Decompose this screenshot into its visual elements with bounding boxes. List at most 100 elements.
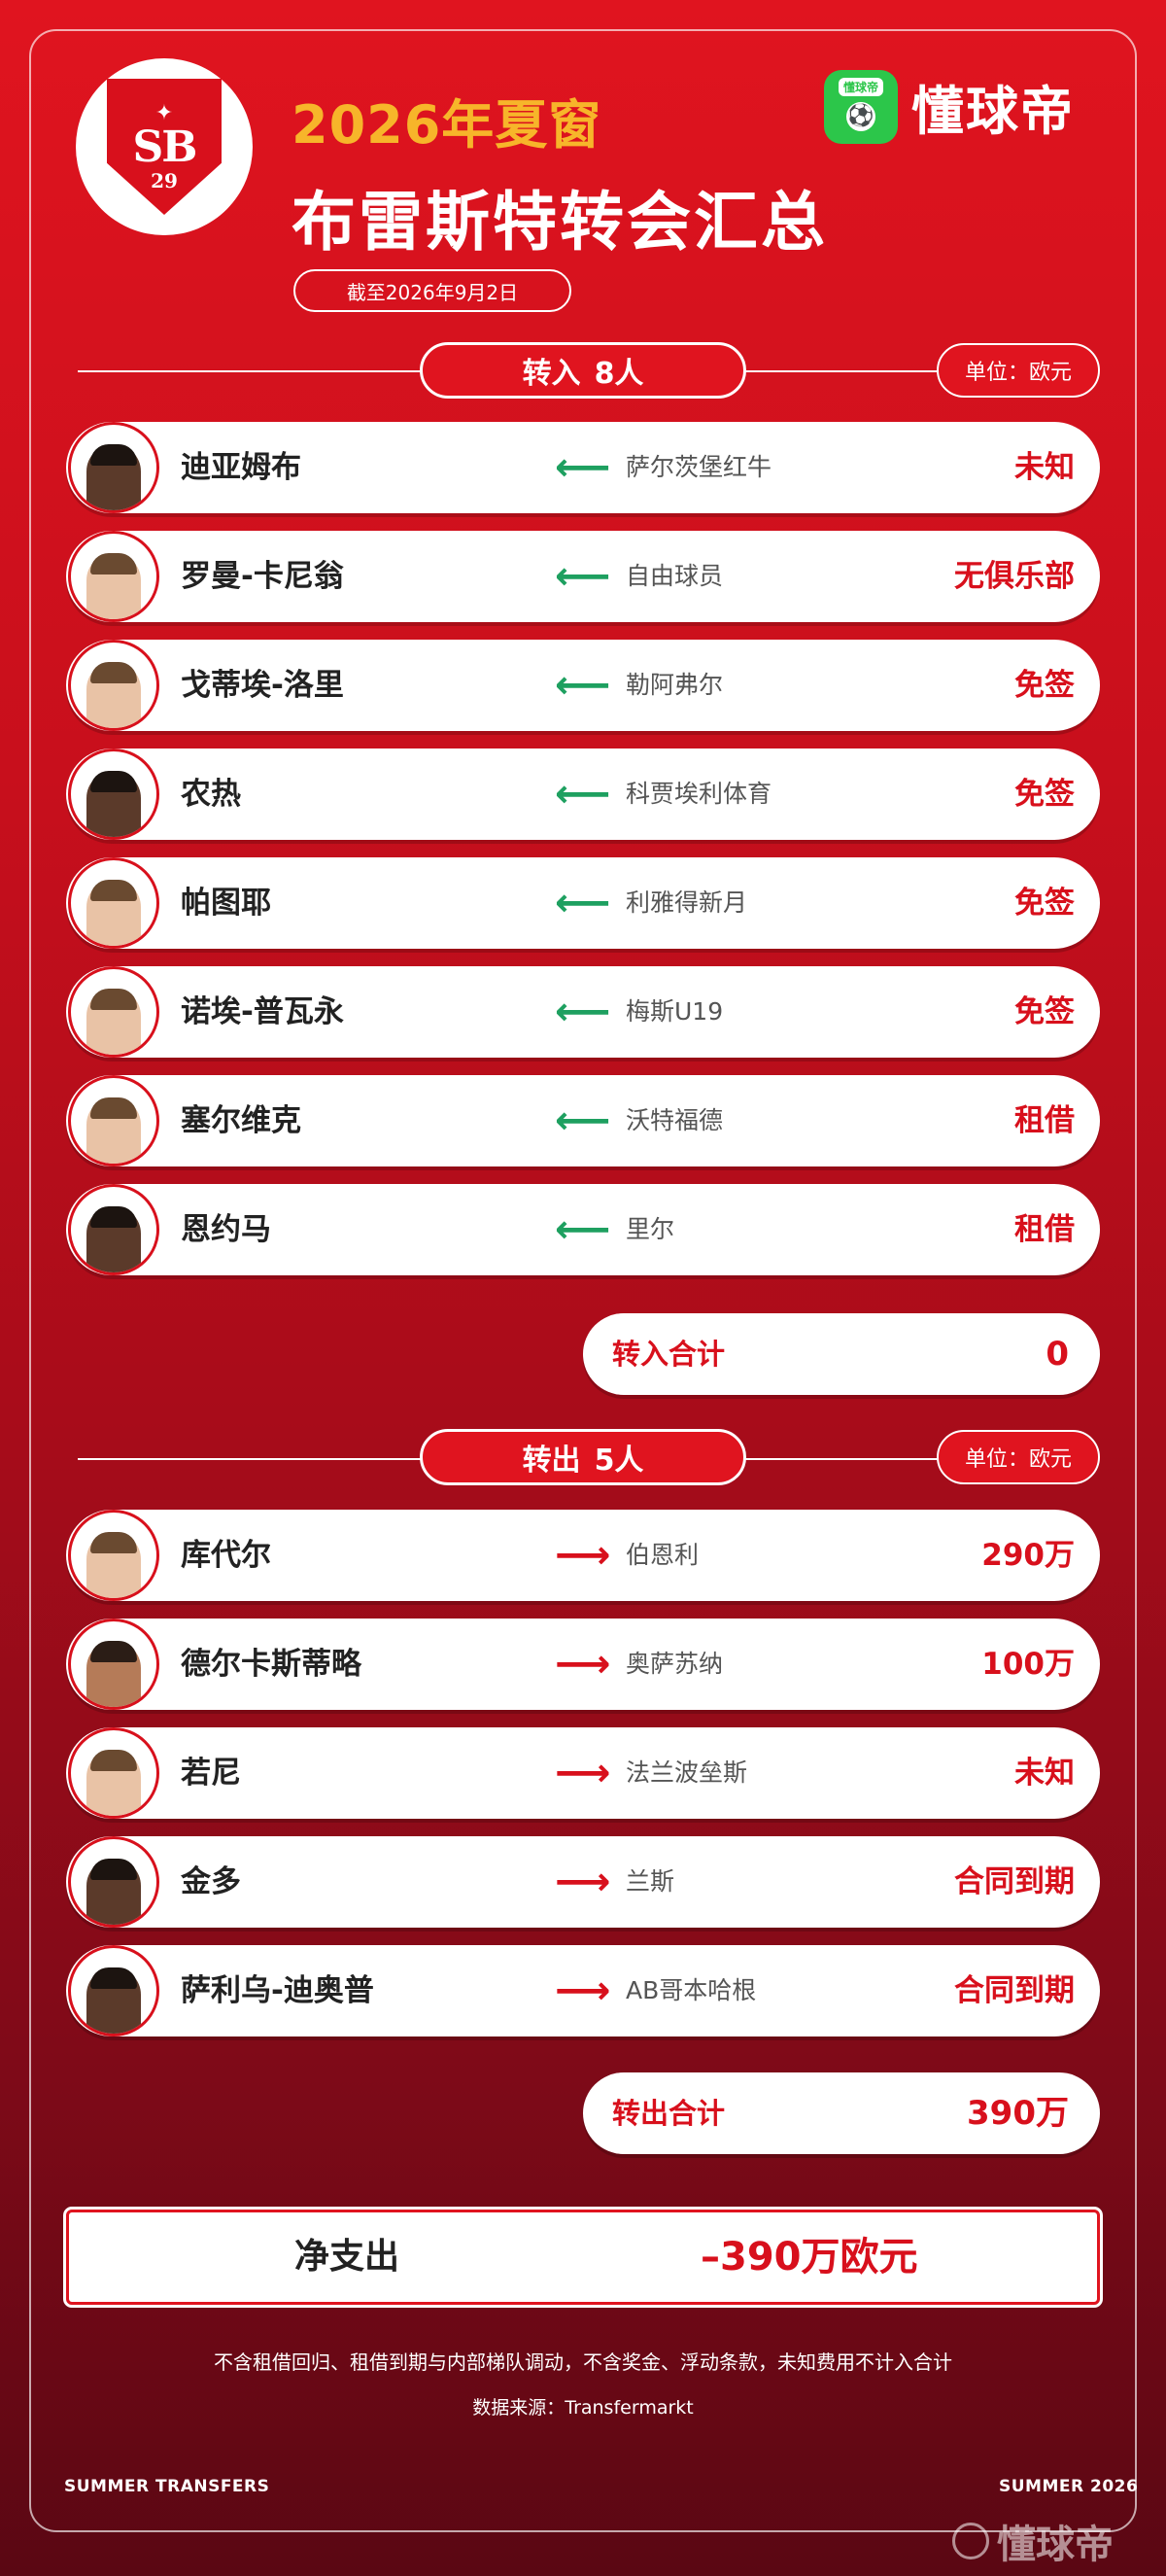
player-photo [86, 1750, 141, 1816]
incoming-list: 迪亚姆布 ⟵ 萨尔茨堡红牛 未知 罗曼-卡尼翁 ⟵ 自由球员 无俱乐部 戈蒂埃-洛里 ⟵ 勒阿弗尔免… [66, 422, 1100, 1293]
outgoing-section-pill: 转出 5人 [420, 1429, 746, 1485]
player-row: 萨利乌-迪奥普 ⟶ AB哥本哈根 合同到期 [66, 1945, 1100, 2036]
player-name: 迪亚姆布 [181, 450, 301, 485]
incoming-label: 转入 [522, 357, 581, 391]
cross-icon: ✦ [154, 101, 174, 125]
player-photo [86, 1532, 141, 1598]
transfer-fee: 租借 [1014, 1212, 1075, 1247]
player-name: 帕图耶 [181, 886, 271, 921]
player-row: 德尔卡斯蒂略 ⟶ 奥萨苏纳 100万 [66, 1619, 1100, 1710]
right-arrow-icon: ⟶ [555, 1751, 611, 1795]
player-avatar [68, 1619, 159, 1710]
page-title: 布雷斯特转会汇总 [292, 185, 828, 260]
watermark: 懂球帝 [952, 2513, 1114, 2569]
player-photo [86, 989, 141, 1055]
player-avatar [68, 422, 159, 513]
club-name: 伯恩利 [626, 1541, 700, 1569]
player-avatar [68, 748, 159, 840]
player-row: 戈蒂埃-洛里 ⟵ 勒阿弗尔 免签 [66, 640, 1100, 731]
incoming-total-value: 0 [1046, 1335, 1069, 1374]
incoming-total-label: 转入合计 [612, 1338, 726, 1371]
club-name: 勒阿弗尔 [626, 671, 724, 699]
outgoing-list: 库代尔 ⟶ 伯恩利 290万 德尔卡斯蒂略 ⟶ 奥萨苏纳 100万 若尼 ⟶ 法兰波垒斯 未知 金多 ⟶ 兰… [66, 1510, 1100, 2054]
footer-left: SUMMER TRANSFERS [64, 2477, 270, 2496]
player-avatar [68, 1075, 159, 1166]
club-name: 兰斯 [626, 1867, 675, 1896]
player-name: 诺埃-普瓦永 [181, 994, 344, 1029]
right-arrow-icon: ⟶ [555, 1968, 611, 2013]
left-arrow-icon: ⟵ [555, 881, 611, 925]
club-name: 科贾埃利体育 [626, 780, 772, 808]
right-arrow-icon: ⟶ [555, 1533, 611, 1578]
season-title: 2026年夏窗 [292, 94, 602, 156]
left-arrow-icon: ⟵ [555, 445, 611, 490]
player-row: 农热 ⟵ 科贾埃利体育 免签 [66, 748, 1100, 840]
net-spend-box: 净支出 –390万欧元 [63, 2207, 1103, 2308]
club-name: 梅斯U19 [626, 997, 724, 1026]
net-spend-value: –390万欧元 [701, 2235, 918, 2280]
player-row: 诺埃-普瓦永 ⟵ 梅斯U19 免签 [66, 966, 1100, 1058]
left-arrow-icon: ⟵ [555, 1207, 611, 1252]
incoming-total: 转入合计 0 [583, 1313, 1100, 1395]
outgoing-total-value: 390万 [967, 2094, 1069, 2133]
football-icon: ⚽ [846, 101, 875, 131]
player-avatar [68, 1184, 159, 1275]
player-avatar [68, 1836, 159, 1928]
date-badge: 截至2026年9月2日 [293, 269, 571, 312]
brand: 懂球帝 ⚽ 懂球帝 [824, 68, 1075, 145]
player-row: 罗曼-卡尼翁 ⟵ 自由球员 无俱乐部 [66, 531, 1100, 622]
transfer-fee: 100万 [981, 1647, 1075, 1682]
player-name: 罗曼-卡尼翁 [181, 559, 344, 594]
watermark-ball-icon [952, 2523, 989, 2559]
unit-badge: 单位：欧元 [937, 343, 1100, 398]
logo-number: 29 [151, 169, 178, 192]
club-name: 萨尔茨堡红牛 [626, 453, 772, 481]
transfer-fee: 免签 [1014, 668, 1075, 703]
watermark-text: 懂球帝 [997, 2523, 1114, 2567]
player-name: 德尔卡斯蒂略 [181, 1647, 361, 1682]
player-photo [86, 1097, 141, 1164]
net-spend-label: 净支出 [294, 2237, 400, 2277]
player-photo [86, 553, 141, 619]
source-note: 数据来源：Transfermarkt [472, 2397, 694, 2419]
transfer-fee: 未知 [1014, 450, 1075, 485]
player-name: 若尼 [181, 1756, 241, 1791]
player-photo [86, 771, 141, 837]
club-name: 利雅得新月 [626, 888, 748, 917]
transfer-fee: 免签 [1014, 994, 1075, 1029]
player-photo [86, 1206, 141, 1272]
player-photo [86, 1641, 141, 1707]
player-avatar [68, 640, 159, 731]
transfer-fee: 免签 [1014, 777, 1075, 812]
player-photo [86, 444, 141, 510]
player-avatar [68, 1945, 159, 2036]
footer-right: SUMMER 2026 [999, 2477, 1139, 2496]
outgoing-total-label: 转出合计 [612, 2097, 726, 2130]
disclaimer-note: 不含租借回归、租借到期与内部梯队调动，不含奖金、浮动条款，未知费用不计入合计 [214, 2350, 952, 2374]
left-arrow-icon: ⟵ [555, 663, 611, 708]
club-name: 里尔 [626, 1215, 675, 1243]
club-name: 自由球员 [626, 562, 724, 590]
outgoing-total: 转出合计 390万 [583, 2072, 1100, 2154]
player-name: 金多 [181, 1864, 241, 1899]
club-name: AB哥本哈根 [626, 1976, 757, 2004]
brand-icon-tag: 懂球帝 [838, 77, 883, 96]
player-row: 恩约马 ⟵ 里尔 租借 [66, 1184, 1100, 1275]
player-name: 萨利乌-迪奥普 [181, 1973, 374, 2008]
incoming-count: 8人 [594, 357, 644, 391]
player-name: 恩约马 [181, 1212, 271, 1247]
player-avatar [68, 966, 159, 1058]
transfer-fee: 合同到期 [954, 1864, 1075, 1899]
player-row: 塞尔维克 ⟵ 沃特福德 租借 [66, 1075, 1100, 1166]
transfer-fee: 免签 [1014, 886, 1075, 921]
club-name: 沃特福德 [626, 1106, 724, 1134]
brand-name: 懂球帝 [911, 81, 1075, 142]
player-name: 塞尔维克 [181, 1103, 301, 1138]
logo-text: SB [132, 122, 198, 172]
left-arrow-icon: ⟵ [555, 1098, 611, 1143]
player-photo [86, 880, 141, 946]
transfer-fee: 合同到期 [954, 1973, 1075, 2008]
transfer-fee: 290万 [981, 1538, 1075, 1573]
transfer-fee: 租借 [1014, 1103, 1075, 1138]
brand-app-icon: 懂球帝 ⚽ [824, 69, 898, 144]
